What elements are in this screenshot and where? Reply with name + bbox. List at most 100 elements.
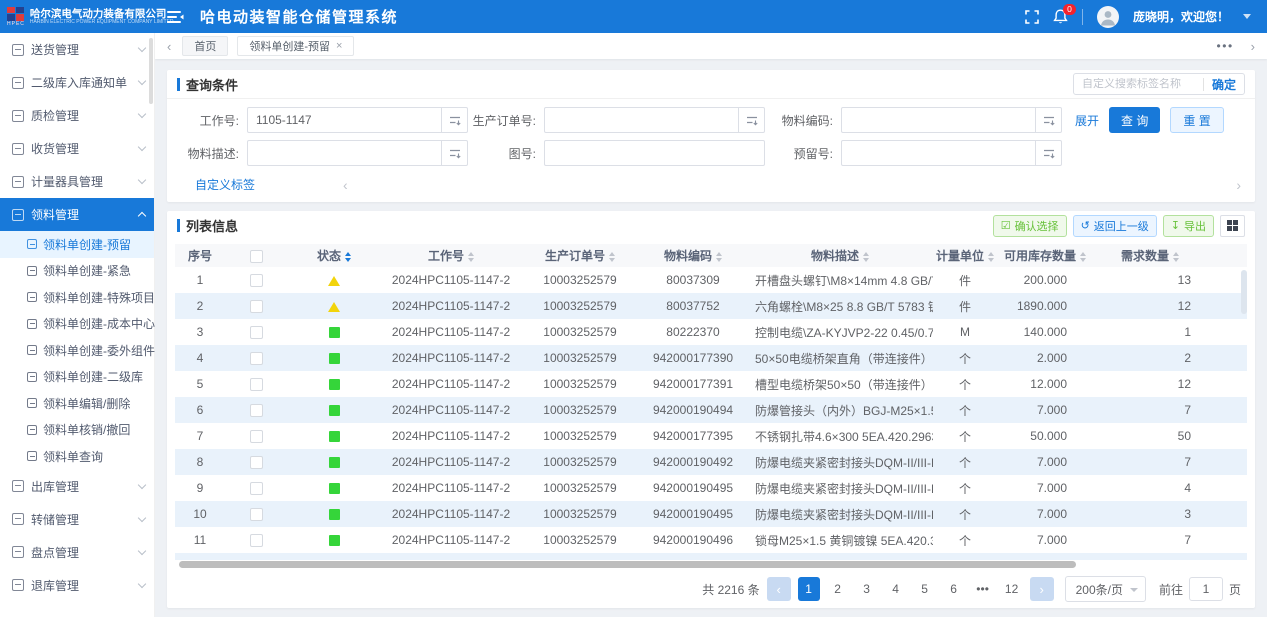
avatar[interactable] [1097, 6, 1119, 28]
search-button[interactable]: 查 询 [1109, 107, 1160, 133]
row-checkbox[interactable] [250, 352, 263, 365]
row-checkbox[interactable] [250, 274, 263, 287]
next-page-button[interactable]: › [1030, 577, 1054, 601]
page-number[interactable]: 5 [914, 577, 936, 601]
page-number[interactable]: 3 [856, 577, 878, 601]
row-checkbox[interactable] [250, 300, 263, 313]
col-demand[interactable]: 需求数量 [1093, 244, 1207, 267]
goto-page-input[interactable] [1189, 577, 1223, 601]
tags-next-icon[interactable]: › [1236, 177, 1241, 193]
close-icon[interactable]: × [336, 41, 342, 51]
export-button[interactable]: ↧ 导出 [1163, 215, 1214, 237]
tabs-forward-button[interactable]: › [1249, 39, 1257, 54]
tabs-more-button[interactable]: ••• [1211, 39, 1240, 53]
collapse-menu-icon[interactable] [167, 10, 184, 24]
custom-tag-link[interactable]: 自定义标签 [195, 176, 255, 193]
sidebar-item-delivery[interactable]: 送货管理 [0, 33, 154, 66]
col-order-no[interactable]: 生产订单号 [521, 244, 639, 267]
col-material-code[interactable]: 物料编码 [639, 244, 747, 267]
user-greeting[interactable]: 庞晓明，欢迎您！ [1133, 8, 1229, 25]
page-number[interactable]: 1 [798, 577, 820, 601]
sidebar-item-stocktake[interactable]: 盘点管理 [0, 536, 154, 569]
table-row[interactable]: 3 2024HPC1105-1147-21000325257980222370 … [175, 319, 1247, 345]
material-code-input[interactable] [841, 107, 1036, 133]
table-row[interactable]: 2 2024HPC1105-1147-21000325257980037752 … [175, 293, 1247, 319]
custom-tag-name-input[interactable] [1082, 78, 1195, 90]
sidebar-subitem-create-urgent[interactable]: 领料单创建-紧急 [0, 258, 154, 285]
sidebar-item-outbound[interactable]: 出库管理 [0, 470, 154, 503]
table-row[interactable]: 11 2024HPC1105-1147-21000325257994200019… [175, 527, 1247, 553]
tabs-back-button[interactable]: ‹ [165, 39, 173, 54]
row-checkbox[interactable] [250, 404, 263, 417]
material-code-filter-button[interactable] [1036, 107, 1062, 133]
table-row[interactable]: 5 2024HPC1105-1147-210003252579942000177… [175, 371, 1247, 397]
row-checkbox[interactable] [250, 430, 263, 443]
table-horizontal-scrollbar[interactable] [177, 561, 1245, 569]
page-number[interactable]: 2 [827, 577, 849, 601]
page-number[interactable]: 6 [943, 577, 965, 601]
sidebar-subitem-edit-delete[interactable]: 领料单编辑/删除 [0, 390, 154, 417]
col-stock[interactable]: 可用库存数量 [997, 244, 1093, 267]
order-no-filter-button[interactable] [739, 107, 765, 133]
tag-confirm-button[interactable]: 确定 [1212, 76, 1236, 93]
sidebar-item-material-requisition[interactable]: 领料管理 [0, 198, 154, 231]
sidebar-subitem-writeoff-revoke[interactable]: 领料单核销/撤回 [0, 417, 154, 444]
sidebar-subitem-query[interactable]: 领料单查询 [0, 443, 154, 470]
select-all-checkbox[interactable] [250, 250, 263, 263]
row-checkbox[interactable] [250, 508, 263, 521]
sidebar-item-transfer[interactable]: 转储管理 [0, 503, 154, 536]
material-desc-input[interactable] [247, 140, 442, 166]
sidebar-item-inbound-notice[interactable]: 二级库入库通知单 [0, 66, 154, 99]
sidebar-subitem-create-special-project[interactable]: 领料单创建-特殊项目 [0, 284, 154, 311]
work-no-input[interactable] [247, 107, 442, 133]
row-checkbox[interactable] [250, 378, 263, 391]
row-checkbox[interactable] [250, 456, 263, 469]
prev-page-button[interactable]: ‹ [767, 577, 791, 601]
tab-home[interactable]: 首页 [182, 36, 228, 56]
sidebar-item-receiving[interactable]: 收货管理 [0, 132, 154, 165]
reset-button[interactable]: 重 置 [1170, 107, 1223, 133]
order-no-input[interactable] [544, 107, 739, 133]
col-work-no[interactable]: 工作号 [381, 244, 521, 267]
col-material-desc[interactable]: 物料描述 [747, 244, 933, 267]
drawing-no-input[interactable] [544, 140, 765, 166]
col-status[interactable]: 状态 [287, 244, 381, 267]
sidebar-subitem-create-cost-center[interactable]: 领料单创建-成本中心 [0, 311, 154, 338]
sidebar-scrollbar[interactable] [149, 38, 153, 104]
reserve-no-filter-button[interactable] [1036, 140, 1062, 166]
material-desc-filter-button[interactable] [442, 140, 468, 166]
sidebar-item-measuring-tools[interactable]: 计量器具管理 [0, 165, 154, 198]
table-row[interactable]: 8 2024HPC1105-1147-210003252579942000190… [175, 449, 1247, 475]
table-row[interactable]: 6 2024HPC1105-1147-210003252579942000190… [175, 397, 1247, 423]
tab-create-reserve[interactable]: 领料单创建-预留 × [237, 36, 354, 56]
table-row[interactable]: 10 2024HPC1105-1147-21000325257994200019… [175, 501, 1247, 527]
reserve-no-input[interactable] [841, 140, 1036, 166]
page-ellipsis[interactable]: ••• [972, 577, 994, 601]
return-up-button[interactable]: ↺ 返回上一级 [1073, 215, 1157, 237]
table-vertical-scrollbar[interactable] [1240, 268, 1247, 560]
row-checkbox[interactable] [250, 534, 263, 547]
table-row[interactable]: 7 2024HPC1105-1147-210003252579942000177… [175, 423, 1247, 449]
fullscreen-icon[interactable] [1025, 10, 1039, 24]
table-row[interactable]: 9 2024HPC1105-1147-210003252579942000190… [175, 475, 1247, 501]
user-caret-icon[interactable] [1243, 14, 1251, 19]
work-no-filter-button[interactable] [442, 107, 468, 133]
sidebar-item-return-warehouse[interactable]: 退库管理 [0, 569, 154, 602]
page-number[interactable]: 4 [885, 577, 907, 601]
page-number[interactable]: 12 [1001, 577, 1023, 601]
tags-prev-icon[interactable]: ‹ [343, 177, 348, 193]
sidebar-subitem-create-secondary-warehouse[interactable]: 领料单创建-二级库 [0, 364, 154, 391]
table-row[interactable]: 1 2024HPC1105-1147-21000325257980037309 … [175, 267, 1247, 293]
sidebar-subitem-create-outsourced[interactable]: 领料单创建-委外组件 [0, 337, 154, 364]
column-settings-button[interactable] [1220, 215, 1245, 237]
table-row[interactable]: 4 2024HPC1105-1147-210003252579942000177… [175, 345, 1247, 371]
page-size-select[interactable]: 200条/页 [1065, 576, 1146, 602]
confirm-select-button[interactable]: ☑ 确认选择 [993, 215, 1067, 237]
row-checkbox[interactable] [250, 326, 263, 339]
row-checkbox[interactable] [250, 482, 263, 495]
notification-bell-icon[interactable]: 0 [1053, 9, 1068, 25]
table-row[interactable]: 12 2024HPC1105-1147-31000325257894200000… [175, 553, 1247, 560]
sidebar-subitem-create-reserve[interactable]: 领料单创建-预留 [0, 231, 154, 258]
sidebar-item-quality[interactable]: 质检管理 [0, 99, 154, 132]
col-unit[interactable]: 计量单位 [933, 244, 997, 267]
